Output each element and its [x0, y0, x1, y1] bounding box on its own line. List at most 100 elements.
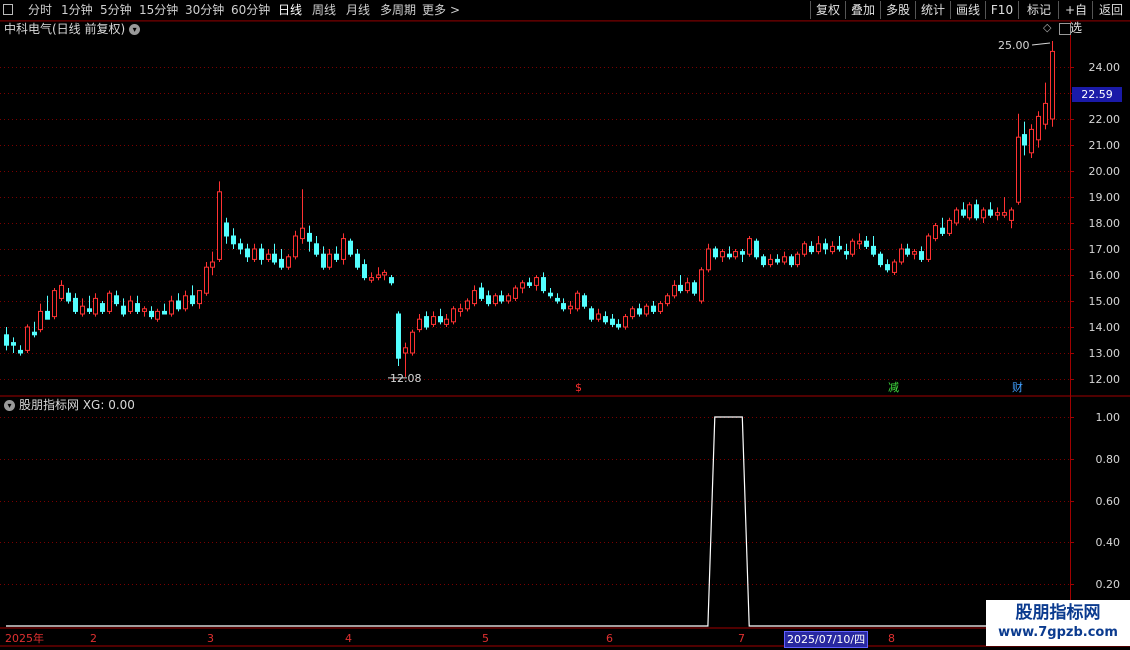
candle [871, 236, 876, 257]
candle [80, 298, 85, 317]
candle [885, 259, 890, 273]
price-tick-label: 19.00 [1088, 190, 1121, 204]
candle [396, 311, 401, 366]
candle-body [733, 251, 738, 258]
candle-body [1022, 134, 1027, 146]
candle-body [4, 334, 9, 346]
candle [802, 241, 807, 257]
candle [850, 238, 855, 257]
candle-body [582, 295, 587, 307]
expand-panel-icon[interactable] [1059, 23, 1071, 35]
candle [905, 243, 910, 257]
price-tick-label: 21.00 [1088, 138, 1121, 152]
candle-body [424, 316, 429, 328]
candle-body [809, 245, 814, 253]
candle [933, 223, 938, 242]
candle-body [768, 258, 773, 266]
candle-body [802, 243, 807, 255]
price-tick-label: 24.00 [1088, 60, 1121, 74]
chart-canvas[interactable] [0, 0, 1130, 650]
candle [93, 293, 98, 317]
indicator-tick-label: 0.60 [1095, 494, 1121, 508]
candle-body [727, 253, 732, 258]
candle [1029, 124, 1034, 158]
date-label-jun: 6 [606, 632, 613, 645]
candle [107, 290, 112, 314]
candle-body [52, 290, 57, 318]
diamond-icon[interactable]: ◇ [1043, 21, 1051, 34]
candle-body [823, 243, 828, 250]
candle-body [892, 261, 897, 273]
indicator-tick-label: 1.00 [1095, 410, 1121, 424]
candle-body [300, 227, 305, 240]
candle-body [995, 212, 1000, 216]
candle [548, 288, 553, 299]
candle-body [699, 269, 704, 302]
candle-body [18, 349, 23, 354]
candle-body [1009, 209, 1014, 221]
candle [892, 259, 897, 275]
candle-body [1002, 212, 1007, 216]
candle [582, 293, 587, 309]
candle [128, 295, 133, 314]
candle-body [217, 191, 222, 260]
candle [183, 290, 188, 312]
candle-body [369, 277, 374, 281]
reduce-holding-marker[interactable]: 减 [888, 381, 899, 395]
candle [789, 254, 794, 268]
candle-body [73, 297, 78, 312]
watermark: 股朋指标网 www.7gpzb.com [986, 600, 1130, 646]
candle-body [204, 266, 209, 294]
date-label-feb: 2 [90, 632, 97, 645]
finance-report-marker[interactable]: 财 [1012, 381, 1023, 395]
price-tick-label: 22.00 [1088, 112, 1121, 126]
candle-body [479, 287, 484, 299]
candle-body [162, 310, 167, 315]
indicator-tick-label: 0.80 [1095, 452, 1121, 466]
candle [362, 259, 367, 281]
dividend-marker[interactable]: $ [575, 381, 582, 395]
price-tick-label: 20.00 [1088, 164, 1121, 178]
candle [417, 314, 422, 333]
candle-body [396, 313, 401, 359]
candle-body [169, 300, 174, 315]
price-tick-label: 12.00 [1088, 372, 1121, 386]
date-label-mar: 3 [207, 632, 214, 645]
candle [176, 293, 181, 312]
candle-body [954, 209, 959, 224]
candle-body [754, 240, 759, 258]
candle [382, 269, 387, 281]
title-dropdown-icon[interactable]: ▾ [129, 24, 141, 35]
candle [974, 199, 979, 221]
candle-body [644, 305, 649, 315]
watermark-title: 股朋指标网 [1015, 603, 1101, 623]
indicator-dropdown-icon[interactable]: ▾ [4, 400, 15, 411]
candle [692, 280, 697, 296]
candle [1009, 207, 1014, 229]
candle [73, 293, 78, 314]
candle [286, 254, 291, 270]
candle [961, 202, 966, 218]
candle-body [912, 251, 917, 255]
candle [603, 311, 608, 325]
candle-body [45, 310, 50, 320]
candle [135, 295, 140, 314]
candle [293, 230, 298, 260]
candle [369, 272, 374, 283]
watermark-url: www.7gpzb.com [998, 625, 1118, 640]
candle-body [458, 308, 463, 312]
candle [513, 285, 518, 301]
candle [493, 293, 498, 307]
candle-body [307, 232, 312, 242]
candle-body [155, 310, 160, 320]
candle-body [850, 240, 855, 255]
candle [837, 236, 842, 252]
candle [912, 249, 917, 260]
candle-body [382, 271, 387, 276]
candle-body [465, 300, 470, 310]
candle [66, 288, 71, 304]
date-label-apr: 4 [345, 632, 352, 645]
candle-body [974, 204, 979, 219]
date-label-aug: 8 [888, 632, 895, 645]
candle-body [493, 295, 498, 305]
